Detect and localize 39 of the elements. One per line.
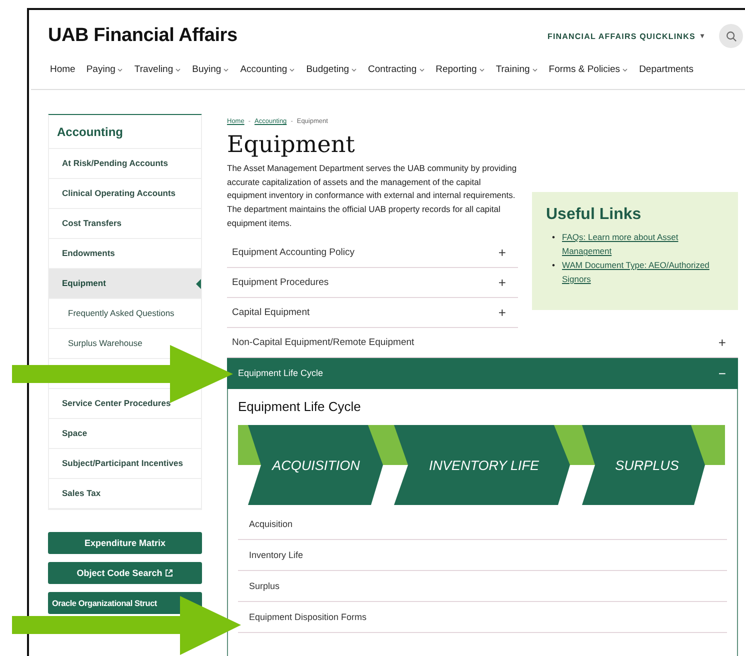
nav-link[interactable]: Home [50,64,76,89]
plus-icon: + [498,244,506,260]
search-button[interactable] [719,24,743,48]
site-title: UAB Financial Affairs [48,25,238,47]
stage-chevron[interactable]: ACQUISITION [248,424,383,505]
nav-link[interactable]: Buying [192,64,230,89]
sidebar-item[interactable]: Equipment [49,269,201,299]
accordion-header[interactable]: Equipment Life Cycle − [227,358,738,389]
plus-icon: + [498,304,506,320]
nav-link[interactable]: Training [496,64,538,89]
nav-link[interactable]: Departments [639,64,694,89]
stage-chevron[interactable]: INVENTORY LIFE [394,424,570,505]
nav-link[interactable]: Budgeting [306,64,358,89]
plus-icon: + [498,274,506,290]
sidebar-button[interactable]: Expenditure Matrix [48,532,202,554]
nav-link[interactable]: Traveling [134,64,182,89]
bullet: • [552,259,555,272]
minus-icon: − [718,366,726,381]
life-cycle-link[interactable]: Equipment Disposition Forms [238,602,727,633]
life-cycle-link[interactable]: Inventory Life [238,540,727,571]
nav-link[interactable]: Forms & Policies [548,64,628,89]
nav-link[interactable]: Contracting [368,64,425,89]
plus-icon: + [718,334,726,350]
useful-link[interactable]: WAM Document Type: AEO/Authorized Signors [562,258,712,286]
section-heading: Equipment Life Cycle [238,398,362,414]
sidebar-button[interactable]: Object Code Search [48,562,202,584]
intro-paragraph: The Asset Management Department serves the UAB community by providing accurate capitalization of assets and the management of the capital equipment inventory in conformance with external and internal requirements. The department maintains the official UAB property records for all capital equipment items. [227,162,518,230]
life-cycle-link[interactable]: Acquisition [238,508,727,540]
stage-chevron[interactable]: SURPLUS [582,424,705,505]
nav-link[interactable]: Reporting [436,64,485,89]
life-cycle-link[interactable]: Surplus [238,570,727,602]
sidebar-button[interactable]: Oracle Organizational Struct [48,592,202,614]
nav-link[interactable]: Paying [86,64,124,89]
useful-link[interactable]: FAQs: Learn more about Asset Management [562,230,712,258]
nav-link[interactable]: Accounting [240,64,296,89]
useful-links-title: Useful Links [546,206,642,224]
page-title: Equipment [227,132,356,158]
search-icon [726,30,736,42]
bullet: • [552,231,555,244]
